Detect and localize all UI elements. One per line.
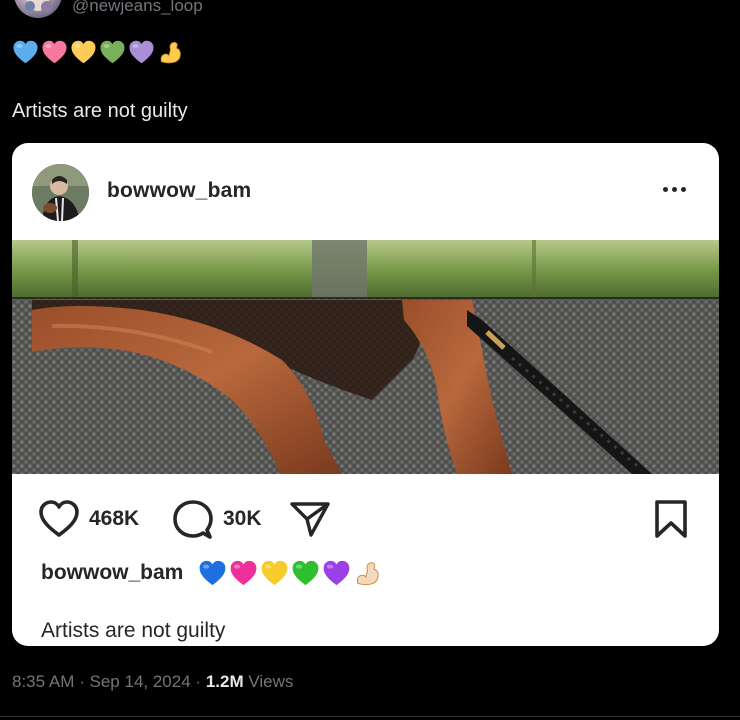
post-header: bowwow_bam — [12, 143, 719, 240]
share-icon — [290, 502, 330, 537]
post-photo — [12, 240, 719, 474]
tweet-meta: 8:35 AM · Sep 14, 2024 · 1.2M Views — [12, 671, 293, 693]
meta-separator: · — [195, 672, 202, 691]
yellow-heart-icon — [261, 560, 288, 586]
blue-heart-icon — [13, 40, 38, 64]
tweet-date[interactable]: Sep 14, 2024 — [90, 672, 191, 691]
author-handle[interactable]: @newjeans_loop — [72, 0, 203, 16]
comment-count: 30K — [223, 507, 262, 530]
caption-emoji-line — [198, 559, 382, 587]
bookmark-icon — [655, 500, 687, 538]
caption-text: Artists are not guilty — [41, 619, 226, 642]
divider — [0, 716, 740, 717]
purple-heart-icon — [129, 40, 154, 64]
blue-heart-icon — [199, 560, 226, 586]
post-actions: 468K 30K — [12, 474, 719, 564]
flexed-biceps-icon — [160, 42, 181, 64]
purple-heart-icon — [323, 560, 350, 586]
pink-heart-icon — [230, 560, 257, 586]
green-heart-icon — [292, 560, 319, 586]
tweet-emoji-line — [12, 38, 184, 66]
views-count: 1.2M — [205, 672, 244, 691]
flexed-biceps-icon — [356, 562, 379, 586]
post-username: bowwow_bam — [107, 179, 252, 202]
caption-username: bowwow_bam — [41, 561, 184, 584]
green-heart-icon — [100, 40, 125, 64]
like-count: 468K — [89, 507, 140, 530]
yellow-heart-icon — [71, 40, 96, 64]
tweet-time[interactable]: 8:35 AM — [12, 672, 74, 691]
heart-icon — [39, 500, 79, 537]
comment-icon — [173, 500, 213, 539]
embedded-post-image[interactable]: bowwow_bam 468K 30K bowwow_bam Artists a… — [12, 143, 719, 646]
more-options-icon — [663, 187, 686, 192]
pink-heart-icon — [42, 40, 67, 64]
meta-separator: · — [79, 672, 85, 691]
views-label: Views — [248, 672, 294, 691]
post-avatar — [32, 164, 89, 221]
tweet-text: Artists are not guilty — [12, 100, 188, 122]
author-avatar[interactable] — [14, 0, 62, 18]
